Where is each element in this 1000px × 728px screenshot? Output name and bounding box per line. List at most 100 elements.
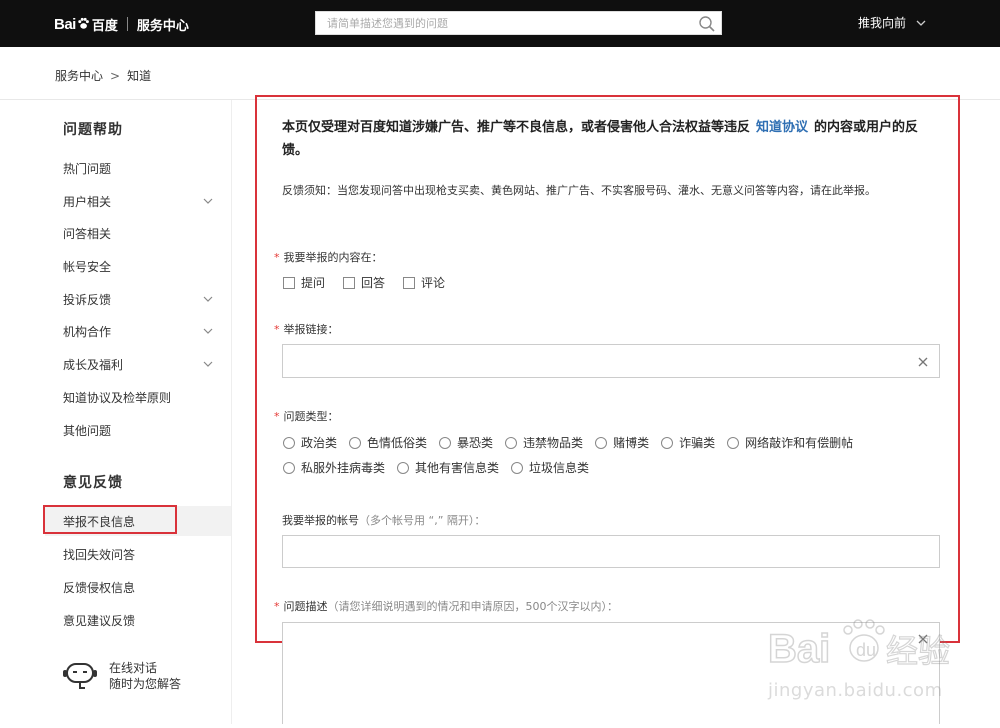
user-menu[interactable]: 推我向前: [858, 14, 926, 31]
online-chat[interactable]: 在线对话 随时为您解答: [62, 660, 181, 692]
checkbox-label: 回答: [361, 276, 386, 290]
breadcrumb-current[interactable]: 知道: [127, 67, 151, 84]
checkbox[interactable]: [343, 276, 356, 289]
account-text: 我要举报的帐号: [282, 514, 359, 527]
service-center-title: 服务中心: [136, 18, 189, 34]
problem-type-label: * 问题类型：: [274, 408, 339, 424]
radio[interactable]: [439, 436, 452, 449]
watermark-url: jingyan.baidu.com: [768, 680, 943, 701]
radio[interactable]: [505, 436, 518, 449]
search-input[interactable]: [316, 12, 686, 35]
sidebar-item-recover[interactable]: 找回失效问答: [63, 544, 218, 564]
radio-label: 其他有害信息类: [415, 461, 500, 475]
sidebar-item-cooperation[interactable]: 机构合作: [63, 321, 218, 341]
chevron-down-icon: [203, 361, 213, 367]
radio[interactable]: [349, 436, 362, 449]
svg-text:du: du: [856, 640, 876, 660]
sidebar-item-label: 问答相关: [63, 226, 112, 241]
sidebar-item-label: 投诉反馈: [63, 292, 112, 307]
radio[interactable]: [727, 436, 740, 449]
sidebar-item-label: 热门问题: [63, 161, 112, 176]
sidebar: 问题帮助 热门问题 用户相关 问答相关 帐号安全 投诉反馈 机构合作 成长及福利…: [0, 100, 232, 724]
radio-politics[interactable]: 政治类: [283, 434, 337, 451]
sidebar-item-label: 机构合作: [63, 324, 112, 339]
report-link-input[interactable]: [283, 345, 939, 377]
checkbox-question[interactable]: 提问: [283, 274, 325, 291]
radio-extortion[interactable]: 网络敲诈和有偿删帖: [727, 434, 853, 451]
help-line-1: 在线对话: [109, 661, 158, 675]
chat-robot-icon: [63, 663, 97, 689]
highlight-annotation-box: [43, 505, 177, 534]
radio-other-harmful[interactable]: 其他有害信息类: [397, 459, 499, 476]
radio-terror[interactable]: 暴恐类: [439, 434, 493, 451]
top-header: Bai 百度 服务中心 推我向前: [0, 0, 1000, 47]
radio-fraud[interactable]: 诈骗类: [661, 434, 715, 451]
search-icon[interactable]: [698, 15, 716, 33]
sidebar-item-growth[interactable]: 成长及福利: [63, 354, 218, 374]
required-mark: *: [274, 250, 280, 264]
sidebar-item-label: 找回失效问答: [63, 547, 136, 562]
radio-porn[interactable]: 色情低俗类: [349, 434, 427, 451]
sidebar-item-qa[interactable]: 问答相关: [63, 223, 218, 243]
logo-divider: [126, 17, 128, 31]
radio[interactable]: [283, 461, 295, 474]
svg-text:Bai: Bai: [768, 627, 830, 671]
problem-type-options-row2: 私服外挂病毒类 其他有害信息类 垃圾信息类: [283, 459, 601, 476]
radio[interactable]: [397, 461, 410, 474]
radio-label: 色情低俗类: [367, 436, 428, 450]
radio-spam[interactable]: 垃圾信息类: [511, 459, 589, 476]
account-input[interactable]: [283, 536, 939, 567]
sidebar-item-complaint[interactable]: 投诉反馈: [63, 289, 218, 309]
radio-gambling[interactable]: 赌博类: [595, 434, 649, 451]
logo-text-bai: Bai: [54, 15, 76, 33]
checkbox-label: 提问: [301, 276, 326, 290]
checkbox[interactable]: [403, 276, 416, 289]
report-link-label: * 举报链接：: [274, 321, 339, 337]
radio-label: 私服外挂病毒类: [301, 461, 386, 475]
search-bar: [315, 11, 722, 35]
radio[interactable]: [283, 436, 295, 449]
checkbox-comment[interactable]: 评论: [403, 274, 445, 291]
content-location-label: * 我要举报的内容在：: [274, 249, 383, 265]
baidu-logo[interactable]: Bai 百度 服务中心: [54, 14, 189, 34]
radio[interactable]: [595, 436, 608, 449]
svg-text:经验: 经验: [886, 632, 950, 670]
chevron-down-icon: [203, 296, 213, 302]
sidebar-item-agreement[interactable]: 知道协议及检举原则: [63, 387, 218, 407]
content-location-options: 提问 回答 评论: [283, 274, 463, 291]
sidebar-section-help-title: 问题帮助: [63, 122, 123, 138]
help-line-2: 随时为您解答: [109, 677, 182, 691]
agreement-link[interactable]: 知道协议: [756, 120, 808, 135]
sidebar-item-label: 其他问题: [63, 423, 112, 438]
radio-prohibited[interactable]: 违禁物品类: [505, 434, 583, 451]
required-mark: *: [274, 599, 280, 613]
close-icon[interactable]: [916, 355, 930, 369]
radio-label: 网络敲诈和有偿删帖: [745, 436, 854, 450]
sidebar-item-infringement[interactable]: 反馈侵权信息: [63, 577, 218, 597]
logo-text-baidu: 百度: [91, 18, 118, 34]
sidebar-item-user[interactable]: 用户相关: [63, 191, 218, 211]
radio-label: 垃圾信息类: [529, 461, 590, 475]
sidebar-item-suggestion[interactable]: 意见建议反馈: [63, 610, 218, 630]
chevron-down-icon: [203, 198, 213, 204]
chevron-down-icon: [203, 328, 213, 334]
checkbox-answer[interactable]: 回答: [343, 274, 385, 291]
sidebar-item-label: 反馈侵权信息: [63, 580, 136, 595]
report-link-text: 举报链接：: [283, 323, 339, 336]
breadcrumb-home[interactable]: 服务中心: [55, 67, 103, 84]
sidebar-item-other[interactable]: 其他问题: [63, 420, 218, 440]
sidebar-item-hot[interactable]: 热门问题: [63, 158, 218, 178]
content-location-text: 我要举报的内容在：: [283, 251, 383, 264]
account-hint: （多个帐号用 “,” 隔开）：: [359, 514, 486, 527]
breadcrumb: 服务中心 > 知道: [55, 67, 151, 84]
radio[interactable]: [661, 436, 674, 449]
radio-label: 诈骗类: [679, 436, 716, 450]
radio-private-server[interactable]: 私服外挂病毒类: [283, 459, 385, 476]
checkbox[interactable]: [283, 276, 295, 289]
sidebar-section-feedback-title: 意见反馈: [63, 475, 123, 491]
radio[interactable]: [511, 461, 524, 474]
description-text: 问题描述: [283, 600, 328, 613]
account-field: [282, 535, 940, 568]
radio-label: 政治类: [301, 436, 338, 450]
sidebar-item-account-security[interactable]: 帐号安全: [63, 256, 218, 276]
